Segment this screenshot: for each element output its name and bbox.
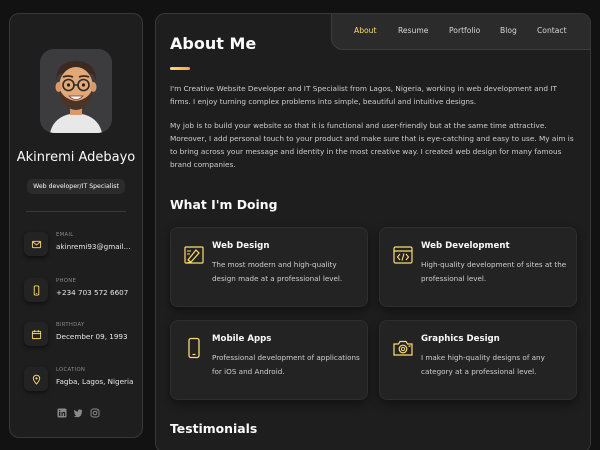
- sidebar-divider: [26, 211, 126, 212]
- phone-icon: [24, 278, 48, 302]
- service-card-graphics-design: Graphics Design I make high-quality desi…: [379, 320, 577, 400]
- service-desc: The most modern and high-quality design …: [212, 260, 343, 283]
- testimonials-title: Testimonials: [170, 421, 258, 436]
- contact-phone-value[interactable]: +234 703 572 6607: [56, 288, 128, 297]
- smartphone-icon: [183, 337, 205, 359]
- code-window-icon: [392, 244, 414, 266]
- about-paragraph-2: My job is to build your website so that …: [170, 121, 574, 169]
- contact-email-label: EMAIL: [56, 232, 74, 238]
- service-desc: I make high-quality designs of any categ…: [421, 353, 545, 376]
- page-title: About Me: [170, 34, 257, 53]
- nav-about[interactable]: About: [354, 26, 376, 35]
- contact-phone: PHONE +234 703 572 6607: [24, 276, 140, 304]
- service-title: Mobile Apps: [212, 334, 272, 344]
- contact-email: EMAIL akinremi93@gmail...: [24, 230, 140, 258]
- service-desc: Professional development of applications…: [212, 353, 360, 376]
- about-paragraph-1: I'm Creative Website Developer and IT Sp…: [170, 84, 557, 106]
- design-pen-icon: [183, 244, 205, 266]
- avatar: [40, 49, 112, 133]
- avatar-memoji-image: [40, 49, 112, 133]
- contact-email-value[interactable]: akinremi93@gmail...: [56, 242, 131, 251]
- contact-location: LOCATION Fagba, Lagos, Nigeria: [24, 365, 140, 393]
- contact-location-value: Fagba, Lagos, Nigeria: [56, 377, 134, 386]
- social-links: [56, 407, 100, 419]
- location-pin-icon: [24, 367, 48, 391]
- contact-birthday-label: BIRTHDAY: [56, 322, 85, 328]
- calendar-icon: [24, 322, 48, 346]
- service-card-web-development: Web Development High-quality development…: [379, 227, 577, 307]
- top-navbar: About Resume Portfolio Blog Contact: [331, 14, 590, 50]
- nav-contact[interactable]: Contact: [537, 26, 567, 35]
- service-title: Web Design: [212, 241, 270, 251]
- profile-title-badge: Web developer/IT Specialist: [27, 179, 125, 194]
- twitter-icon[interactable]: [73, 407, 84, 418]
- contact-birthday-value: December 09, 1993: [56, 332, 128, 341]
- service-title: Web Development: [421, 241, 510, 251]
- nav-blog[interactable]: Blog: [500, 26, 517, 35]
- mail-icon: [24, 232, 48, 256]
- title-underline: [170, 67, 190, 70]
- nav-portfolio[interactable]: Portfolio: [449, 26, 480, 35]
- profile-sidebar: Akinremi Adebayo Web developer/IT Specia…: [9, 13, 143, 438]
- main-content: About Resume Portfolio Blog Contact Abou…: [155, 13, 591, 450]
- contact-birthday: BIRTHDAY December 09, 1993: [24, 320, 140, 348]
- contact-phone-label: PHONE: [56, 278, 77, 284]
- camera-icon: [392, 337, 414, 359]
- nav-resume[interactable]: Resume: [398, 26, 428, 35]
- profile-name: Akinremi Adebayo: [16, 150, 136, 165]
- service-title: Graphics Design: [421, 334, 500, 344]
- contact-location-label: LOCATION: [56, 367, 86, 373]
- linkedin-icon[interactable]: [56, 407, 67, 418]
- service-desc: High-quality development of sites at the…: [421, 260, 567, 283]
- service-card-mobile-apps: Mobile Apps Professional development of …: [170, 320, 368, 400]
- services-title: What I'm Doing: [170, 197, 278, 212]
- instagram-icon[interactable]: [89, 407, 100, 418]
- service-card-web-design: Web Design The most modern and high-qual…: [170, 227, 368, 307]
